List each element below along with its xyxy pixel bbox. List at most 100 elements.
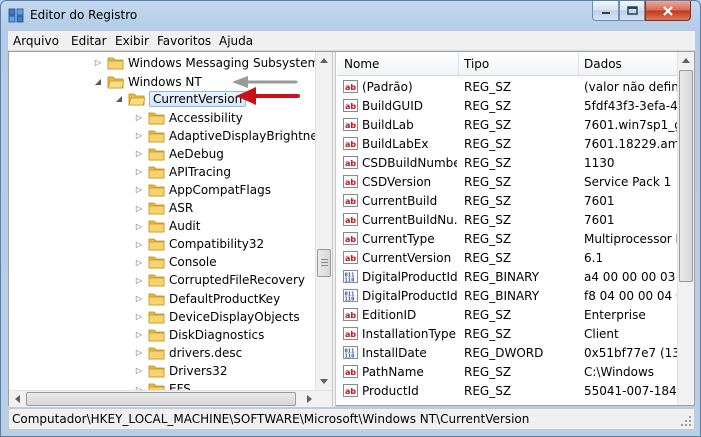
value-data: C:\Windows [584, 365, 655, 379]
scroll-thumb[interactable] [317, 249, 331, 277]
tree-item-subkey[interactable]: ▷ Console [134, 253, 217, 272]
values-list-pane[interactable]: Nome Tipo Dados ab (Padrão) REG_SZ (valor n… [337, 52, 694, 405]
value-data: a4 00 00 00 03 00 0 [584, 270, 677, 284]
expand-arrow-icon[interactable]: ▷ [134, 217, 144, 236]
selected-key-label: CurrentVersion [149, 90, 247, 107]
value-type: REG_SZ [464, 213, 512, 227]
value-row[interactable]: ab BuildGUID REG_SZ 5fdf43f3-3efa-44c [337, 97, 677, 116]
tree-item-subkey[interactable]: ▷ Audit [134, 217, 201, 236]
value-row[interactable]: ab CSDBuildNumber REG_SZ 1130 [337, 154, 677, 173]
tree-item-subkey[interactable]: ▷ EFS [134, 380, 191, 391]
tree-item-subkey[interactable]: ▷ CorruptedFileRecovery [134, 271, 305, 290]
value-row[interactable]: ab CurrentBuild REG_SZ 7601 [337, 192, 677, 211]
tree-item-subkey[interactable]: ▷ Drivers32 [134, 361, 228, 380]
string-value-icon: ab [343, 118, 358, 131]
title-bar[interactable]: Editor do Registro [1, 1, 700, 31]
list-vertical-scrollbar[interactable] [677, 52, 694, 405]
expand-arrow-icon[interactable]: ▷ [134, 199, 144, 218]
expand-arrow-icon[interactable]: ▷ [134, 108, 144, 127]
pane-splitter[interactable] [332, 52, 336, 407]
tree-item-subkey[interactable]: ▷ ASR [134, 199, 193, 218]
tree-item-subkey[interactable]: ▷ Compatibility32 [134, 235, 264, 254]
expand-arrow-icon[interactable]: ▷ [134, 289, 144, 308]
collapse-arrow-icon[interactable]: ◢ [93, 72, 103, 91]
tree-item-subkey[interactable]: ▷ DeviceDisplayObjects [134, 307, 300, 326]
expand-arrow-icon[interactable]: ▷ [134, 307, 144, 326]
value-row[interactable]: ab CurrentVersion REG_SZ 6.1 [337, 249, 677, 268]
tree-item-subkey[interactable]: ▷ APITracing [134, 162, 231, 181]
expand-arrow-icon[interactable]: ▷ [134, 325, 144, 344]
tree-horizontal-scrollbar[interactable] [9, 390, 332, 407]
expand-arrow-icon[interactable]: ▷ [134, 180, 144, 199]
value-row[interactable]: ab ProductId REG_SZ 55041-007-18437 [337, 382, 677, 401]
scroll-down-icon[interactable] [320, 379, 328, 385]
scroll-up-icon[interactable] [682, 57, 690, 63]
value-data: 5fdf43f3-3efa-44c [584, 99, 677, 113]
expand-arrow-icon[interactable]: ▷ [134, 343, 144, 362]
value-type: REG_SZ [464, 308, 512, 322]
tree-item-windows-messaging-subsystem[interactable]: ▷ Windows Messaging Subsystem [93, 53, 319, 72]
binary-value-icon: 011110 [343, 270, 358, 284]
string-value-icon: ab [343, 194, 358, 207]
tree-item-subkey[interactable]: ▷ DefaultProductKey [134, 289, 280, 308]
scroll-thumb-horizontal[interactable] [26, 392, 296, 406]
tree-item-subkey[interactable]: ▷ DiskDiagnostics [134, 325, 265, 344]
column-header-data[interactable]: Dados [584, 57, 622, 71]
value-name: CSDVersion [362, 175, 432, 189]
tree-item-currentversion[interactable]: ◢ CurrentVersion [114, 89, 247, 108]
column-header-name[interactable]: Nome [344, 57, 379, 71]
scroll-right-icon[interactable] [307, 395, 313, 403]
string-value-icon: ab [343, 99, 358, 112]
scroll-left-icon[interactable] [14, 395, 20, 403]
tree-item-subkey[interactable]: ▷ AppCompatFlags [134, 180, 271, 199]
collapse-arrow-icon[interactable]: ◢ [114, 89, 124, 108]
folder-icon [148, 347, 165, 360]
tree-item-subkey[interactable]: ▷ drivers.desc [134, 343, 242, 362]
expand-arrow-icon[interactable]: ▷ [134, 126, 144, 145]
value-row[interactable]: 011 110 DigitalProductId4 REG_BINARY f8 04 0… [337, 287, 677, 306]
expand-arrow-icon[interactable]: ▷ [134, 380, 144, 391]
value-row[interactable]: ab PathName REG_SZ C:\Windows [337, 363, 677, 382]
expand-arrow-icon[interactable]: ▷ [134, 144, 144, 163]
menu-editar[interactable]: Editar [71, 34, 107, 48]
minimize-icon [601, 11, 610, 14]
value-data: Client [584, 327, 619, 341]
value-row[interactable]: 011 110 DigitalProductId REG_BINARY a4 00 00… [337, 268, 677, 287]
menu-arquivo[interactable]: Arquivo [13, 34, 59, 48]
menu-ajuda[interactable]: Ajuda [219, 34, 253, 48]
scroll-thumb[interactable] [679, 70, 693, 282]
value-row[interactable]: ab CurrentType REG_SZ Multiprocessor Fr [337, 230, 677, 249]
scroll-up-icon[interactable] [320, 57, 328, 63]
expand-arrow-icon[interactable]: ▷ [134, 253, 144, 272]
value-type: REG_BINARY [464, 270, 540, 284]
column-header-type[interactable]: Tipo [464, 57, 489, 71]
value-row[interactable]: ab InstallationType REG_SZ Client [337, 325, 677, 344]
tree-item-subkey[interactable]: ▷ AeDebug [134, 144, 224, 163]
expand-arrow-icon[interactable]: ▷ [134, 271, 144, 290]
svg-text:ab: ab [345, 330, 356, 339]
tree-item-subkey[interactable]: ▷ AdaptiveDisplayBrightness [134, 126, 330, 145]
minimize-button[interactable] [592, 1, 619, 21]
tree-vertical-scrollbar[interactable] [315, 52, 332, 390]
menu-favoritos[interactable]: Favoritos [157, 34, 211, 48]
key-tree-pane[interactable]: ▷ Windows Messaging Subsystem ◢ Windows … [9, 52, 334, 390]
folder-icon [148, 112, 165, 124]
expand-arrow-icon[interactable]: ▷ [134, 235, 144, 254]
folder-icon [148, 166, 165, 179]
value-row[interactable]: ab EditionID REG_SZ Enterprise [337, 306, 677, 325]
close-button[interactable] [645, 1, 691, 21]
expand-arrow-icon[interactable]: ▷ [93, 53, 103, 72]
menu-exibir[interactable]: Exibir [115, 34, 149, 48]
tree-item-subkey[interactable]: ▷ Accessibility [134, 108, 243, 127]
expand-arrow-icon[interactable]: ▷ [134, 361, 144, 380]
value-row[interactable]: ab BuildLabEx REG_SZ 7601.18229.amd64 [337, 135, 677, 154]
resize-grip-icon[interactable] [680, 415, 692, 427]
expand-arrow-icon[interactable]: ▷ [134, 162, 144, 181]
value-row[interactable]: ab BuildLab REG_SZ 7601.win7sp1_gdr [337, 116, 677, 135]
tree-item-label: Windows Messaging Subsystem [128, 55, 320, 70]
value-row[interactable]: 011 110 InstallDate REG_DWORD 0x51bf77e7 (13… [337, 344, 677, 363]
value-row[interactable]: ab (Padrão) REG_SZ (valor não definido) [337, 78, 677, 97]
value-row[interactable]: ab CurrentBuildNu... REG_SZ 7601 [337, 211, 677, 230]
maximize-button[interactable] [619, 1, 645, 21]
value-row[interactable]: ab CSDVersion REG_SZ Service Pack 1 [337, 173, 677, 192]
